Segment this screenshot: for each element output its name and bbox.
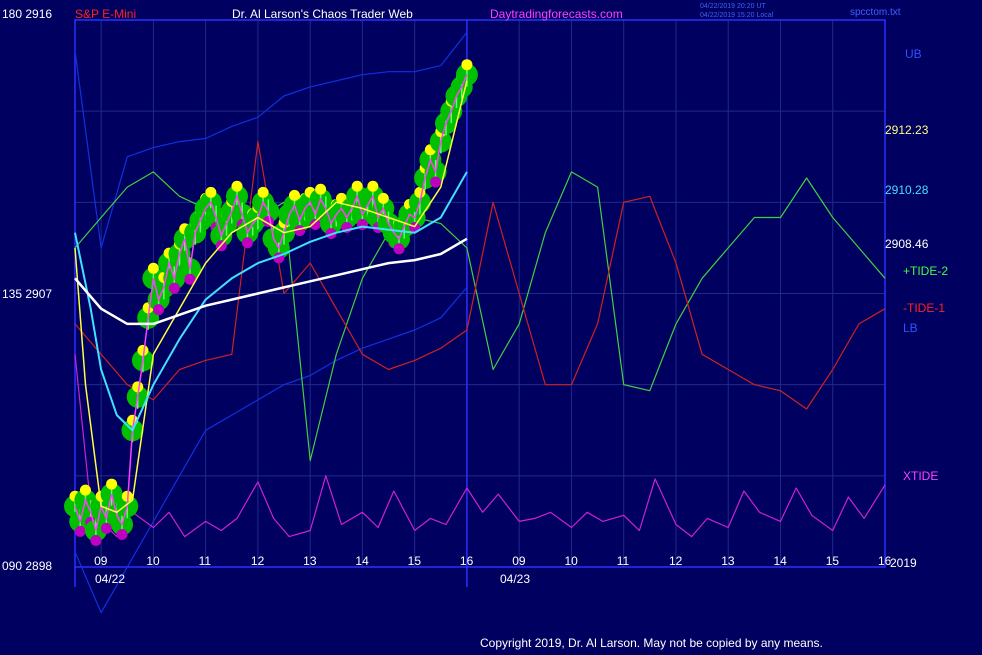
year-label: 2019 xyxy=(890,556,917,570)
chaos-trader-chart: 180 2916 S&P E-Mini Dr. Al Larson's Chao… xyxy=(0,0,982,650)
price-high-dot xyxy=(205,186,217,198)
xtide-label: XTIDE xyxy=(903,469,938,483)
price-high-dot xyxy=(79,484,91,496)
x-tick-label: 10 xyxy=(564,554,578,568)
price-high-dot xyxy=(231,180,243,192)
price-high-dot xyxy=(288,189,300,201)
header-left-scale: 180 2916 xyxy=(2,7,52,21)
site-label[interactable]: Daytradingforecasts.com xyxy=(490,7,623,21)
price-low-dot xyxy=(116,528,128,540)
x-tick-label: 13 xyxy=(303,554,317,568)
tide2-label: +TIDE-2 xyxy=(903,264,948,278)
x-tick-label: 10 xyxy=(146,554,160,568)
price-low-dot xyxy=(153,304,165,316)
x-tick-label: 09 xyxy=(94,554,108,568)
x-tick-label: 11 xyxy=(617,554,630,568)
x-tick-label: 13 xyxy=(721,554,735,568)
x-tick-label: 15 xyxy=(408,554,422,568)
x-tick-label: 15 xyxy=(826,554,840,568)
price-label-2: 2910.28 xyxy=(885,183,929,197)
x-tick-label: 09 xyxy=(512,554,526,568)
timestamp-utc: 04/22/2019 20:20 UT xyxy=(700,3,766,10)
price-low-dot xyxy=(241,237,253,249)
x-tick-label: 12 xyxy=(251,554,265,568)
price-low-dot xyxy=(393,243,405,255)
x-tick-label: 14 xyxy=(355,554,369,568)
chart-window: 180 2916 S&P E-Mini Dr. Al Larson's Chao… xyxy=(0,0,982,650)
price-high-dot xyxy=(461,59,473,71)
y-axis-label-mid: 135 2907 xyxy=(2,287,52,301)
timestamp-local: 04/22/2019 15:20 Local xyxy=(700,12,774,19)
price-high-dot xyxy=(106,478,118,490)
price-low-dot xyxy=(100,522,112,534)
price-high-dot xyxy=(315,183,327,195)
price-high-dot xyxy=(257,186,269,198)
x-tick-label: 16 xyxy=(460,554,474,568)
price-high-dot xyxy=(367,180,379,192)
chart-title: Dr. Al Larson's Chaos Trader Web xyxy=(232,7,413,21)
tide1-label: -TIDE-1 xyxy=(903,301,945,315)
x-tick-label: 16 xyxy=(878,554,892,568)
price-low-dot xyxy=(430,176,442,188)
price-high-dot xyxy=(147,262,159,274)
price-label-1: 2912.23 xyxy=(885,123,929,137)
date-label-2: 04/23 xyxy=(500,572,530,586)
price-low-dot xyxy=(74,525,86,537)
price-low-dot xyxy=(90,535,102,547)
price-high-dot xyxy=(377,192,389,204)
x-tick-label: 14 xyxy=(773,554,787,568)
lb-label: LB xyxy=(903,321,918,335)
x-tick-label: 11 xyxy=(199,554,212,568)
ub-label: UB xyxy=(905,47,922,61)
price-high-dot xyxy=(351,180,363,192)
date-label-1: 04/22 xyxy=(95,572,125,586)
price-label-3: 2908.46 xyxy=(885,237,929,251)
x-tick-label: 12 xyxy=(669,554,683,568)
copyright-text: Copyright 2019, Dr. Al Larson. May not b… xyxy=(480,636,823,650)
file-name: spcctom.txt xyxy=(850,7,901,18)
price-low-dot xyxy=(168,282,180,294)
price-high-dot xyxy=(132,381,144,393)
symbol-label: S&P E-Mini xyxy=(75,7,136,21)
y-axis-label-bottom: 090 2898 xyxy=(2,559,52,573)
